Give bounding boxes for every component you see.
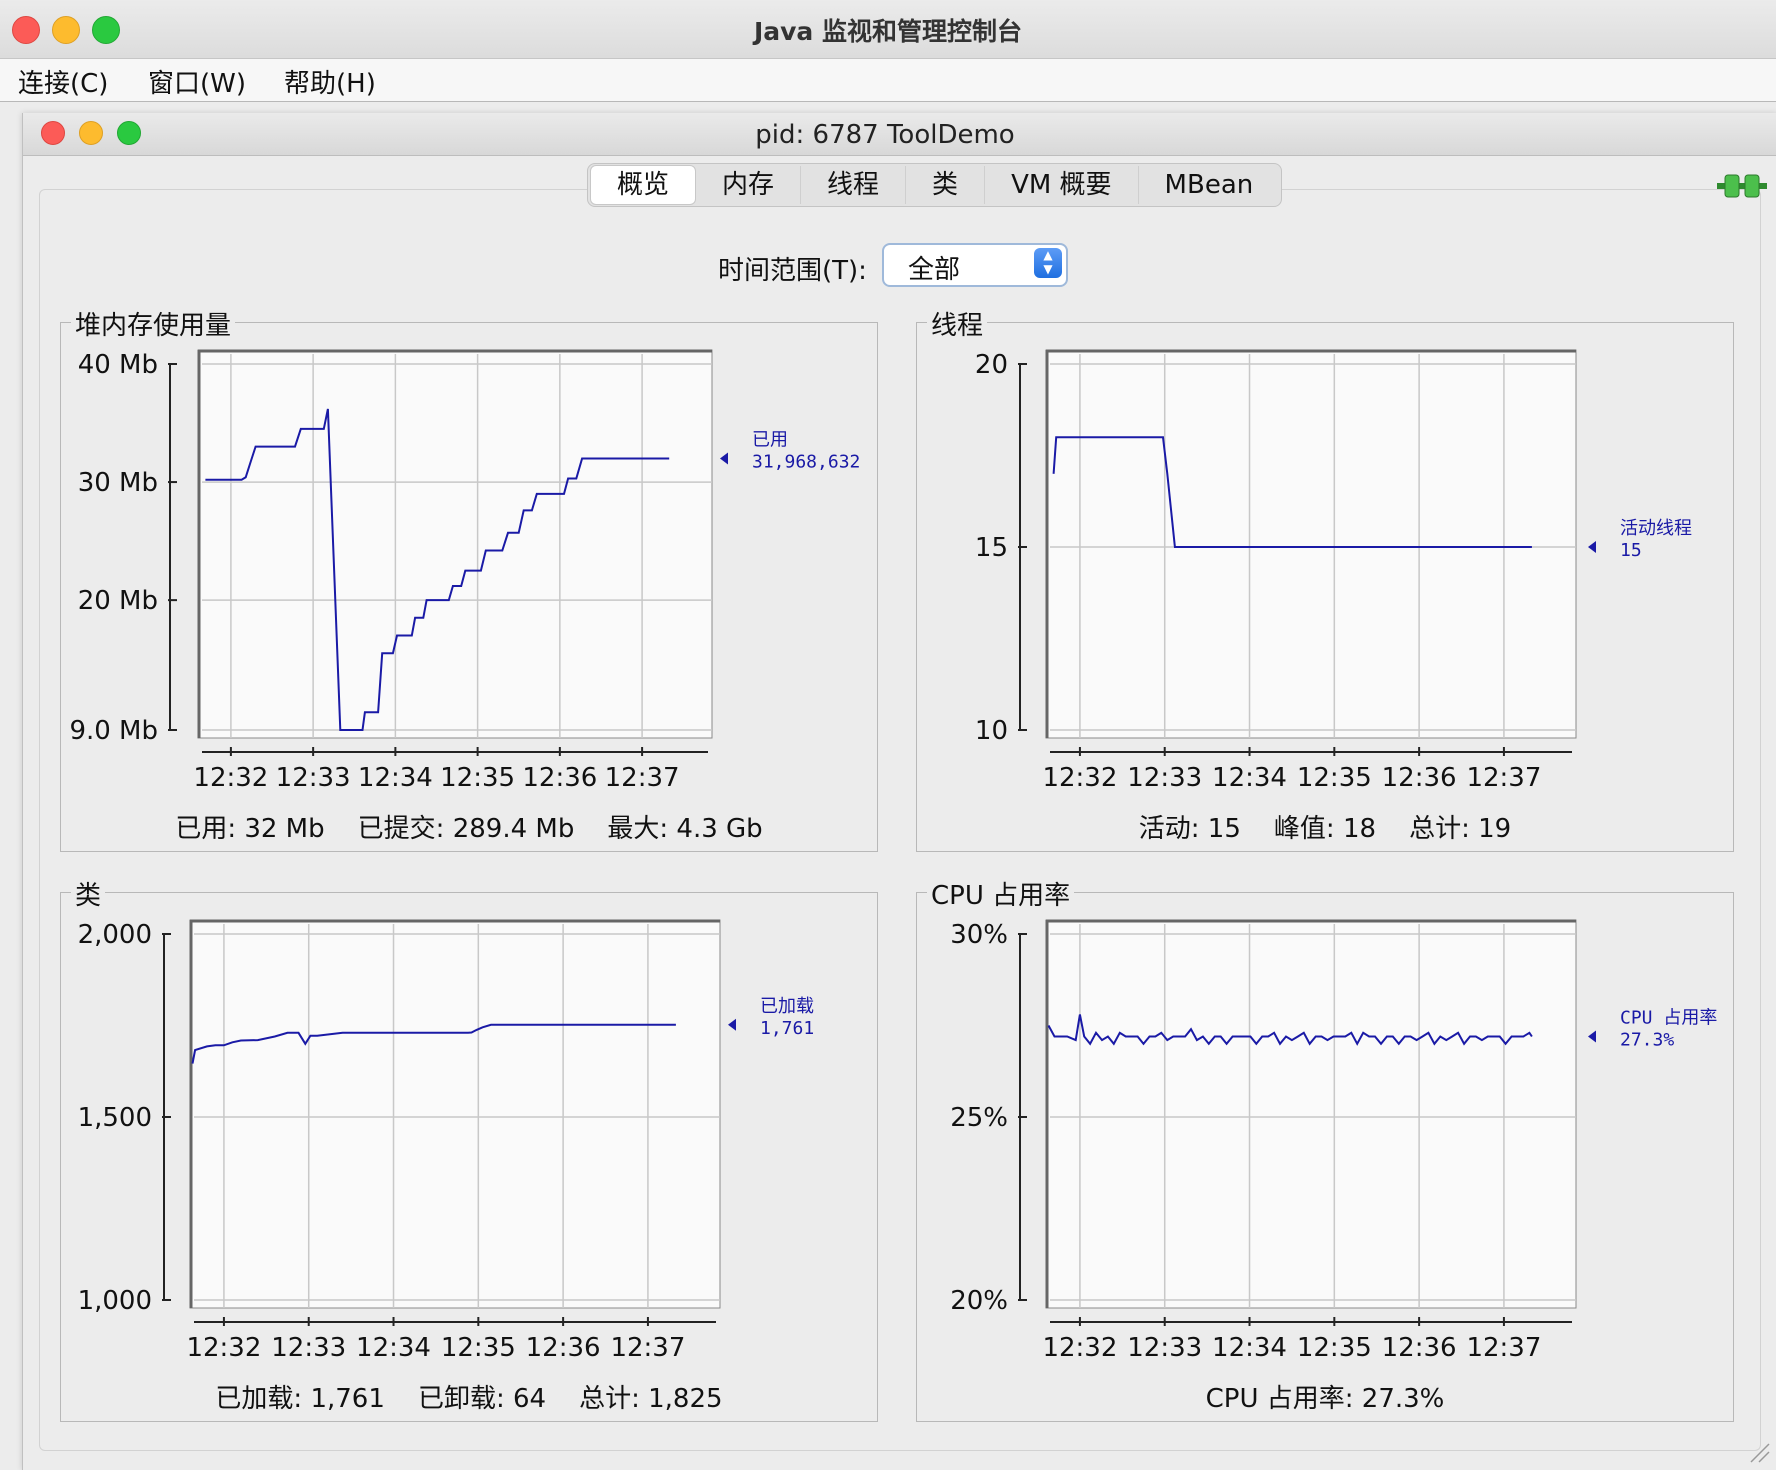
threads-x-tick-label: 12:37 (1466, 763, 1541, 793)
classes-y-tick-label: 1,500 (78, 1103, 152, 1133)
heap-x-tick-label: 12:36 (522, 763, 597, 793)
heap-legend-marker (720, 452, 728, 465)
heap-x-tick-label: 12:33 (276, 763, 351, 793)
cpu-x-tick-label: 12:36 (1382, 1333, 1457, 1363)
classes-legend-name: 已加载 (760, 996, 814, 1017)
heap-memory-chart: 12:32 12:33 12:34 12:35 12:36 12:379.0 Mb20 M… (69, 349, 1717, 1363)
heap-y-tick-label: 30 Mb (78, 468, 158, 498)
heap-x-tick-label: 12:37 (605, 763, 680, 793)
heap-x-tick-label: 12:34 (358, 763, 433, 793)
threads-y-tick-label: 15 (975, 533, 1008, 563)
cpu-legend-value: 27.3% (1620, 1029, 1674, 1050)
classes-x-tick-label: 12:34 (356, 1333, 431, 1363)
cpu-plot-area (1045, 919, 1577, 1309)
classes-y-tick-label: 2,000 (78, 920, 152, 950)
cpu-y-tick-label: 25% (950, 1103, 1008, 1133)
classes-legend-value: 1,761 (760, 1018, 814, 1039)
classes-y-tick-label: 1,000 (78, 1286, 152, 1316)
heap-plot-area (197, 349, 713, 739)
cpu-x-tick-label: 12:32 (1042, 1333, 1117, 1363)
threads-y-tick-label: 20 (975, 350, 1008, 380)
threads-x-tick-label: 12:35 (1297, 763, 1372, 793)
heap-y-tick-label: 9.0 Mb (69, 716, 158, 746)
cpu-legend-name: CPU 占用率 (1620, 1007, 1717, 1028)
heap-legend-name: 已用 (752, 429, 788, 450)
classes-legend-marker (728, 1018, 736, 1031)
threads-x-tick-label: 12:34 (1212, 763, 1287, 793)
classes-x-tick-label: 12:35 (441, 1333, 516, 1363)
threads-plot-area (1045, 349, 1577, 739)
threads-legend-name: 活动线程 (1620, 518, 1692, 539)
threads-legend-value: 15 (1620, 540, 1642, 561)
classes-x-tick-label: 12:37 (610, 1333, 685, 1363)
classes-plot-area (189, 919, 721, 1309)
classes-x-tick-label: 12:36 (526, 1333, 601, 1363)
heap-x-tick-label: 12:32 (193, 763, 268, 793)
heap-y-tick-label: 20 Mb (78, 586, 158, 616)
heap-legend-value: 31,968,632 (752, 451, 860, 472)
threads-y-tick-label: 10 (975, 716, 1008, 746)
cpu-legend-marker (1588, 1030, 1596, 1043)
heap-x-tick-label: 12:35 (440, 763, 515, 793)
threads-x-tick-label: 12:33 (1127, 763, 1202, 793)
cpu-y-tick-label: 30% (950, 920, 1008, 950)
classes-x-tick-label: 12:33 (271, 1333, 346, 1363)
cpu-x-tick-label: 12:35 (1297, 1333, 1372, 1363)
threads-legend-marker (1588, 541, 1596, 553)
cpu-x-tick-label: 12:34 (1212, 1333, 1287, 1363)
cpu-x-tick-label: 12:37 (1466, 1333, 1541, 1363)
threads-x-tick-label: 12:32 (1042, 763, 1117, 793)
cpu-x-tick-label: 12:33 (1127, 1333, 1202, 1363)
classes-x-tick-label: 12:32 (186, 1333, 261, 1363)
heap-y-tick-label: 40 Mb (78, 350, 158, 380)
threads-x-tick-label: 12:36 (1382, 763, 1457, 793)
cpu-y-tick-label: 20% (950, 1286, 1008, 1316)
